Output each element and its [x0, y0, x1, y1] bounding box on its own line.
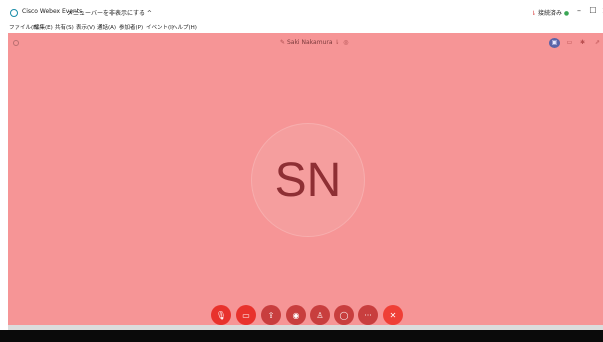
- meeting-info-icon[interactable]: [13, 40, 19, 46]
- chat-icon: ◯: [339, 310, 349, 320]
- speaker-name: Saki Nakamura: [286, 39, 333, 46]
- window-left-edge: [0, 33, 8, 330]
- maximize-button[interactable]: ☐: [587, 6, 599, 16]
- stage-layout-icon[interactable]: ▭: [564, 38, 575, 48]
- menu-event[interactable]: イベント(I): [146, 23, 174, 31]
- speaker-mic-icon: ⇂: [334, 39, 340, 46]
- connection-status[interactable]: ⇂ 接続済み ●: [531, 8, 569, 17]
- menu-bar: ファイル(F) 編集(E) 共有(S) 表示(V) 通話(A) 参加者(P) イ…: [0, 22, 603, 33]
- settings-icon[interactable]: ✱: [577, 38, 588, 48]
- minimize-button[interactable]: –: [573, 6, 585, 16]
- share-icon: ⇪: [267, 310, 275, 320]
- share-button[interactable]: ⇪: [261, 305, 281, 325]
- video-button[interactable]: ▭: [236, 305, 256, 325]
- speaker-status-icon: ◎: [341, 39, 349, 46]
- menu-view[interactable]: 表示(V): [76, 23, 95, 31]
- mute-button[interactable]: 🎙: [211, 305, 231, 325]
- speaker-icon: ✎: [280, 39, 286, 46]
- leave-button[interactable]: ✕: [383, 305, 403, 325]
- mic-status-icon: ⇂: [531, 10, 537, 17]
- grid-layout-icon: ▣: [551, 39, 558, 46]
- menu-call[interactable]: 通話(A): [97, 23, 116, 31]
- participants-button[interactable]: ♙: [310, 305, 330, 325]
- chat-button[interactable]: ◯: [334, 305, 354, 325]
- participants-icon: ♙: [316, 310, 324, 320]
- screen-bottom-bar: [0, 330, 603, 342]
- participant-avatar: SN: [251, 123, 365, 237]
- mic-icon: 🎙: [215, 310, 227, 320]
- active-speaker-label[interactable]: ✎ Saki Nakamura ⇂ ◎: [280, 39, 349, 46]
- menu-edit[interactable]: 編集(E): [34, 23, 53, 31]
- record-icon: ◉: [292, 310, 300, 320]
- menu-help[interactable]: ヘルプ(H): [172, 23, 197, 31]
- close-icon: ✕: [389, 310, 397, 320]
- more-options-button[interactable]: ···: [358, 305, 378, 325]
- title-bar: Cisco Webex Events メニューバーを非表示にする ^ ⇂ 接続済…: [0, 0, 603, 22]
- webex-logo-icon: [10, 9, 18, 17]
- connection-status-label: 接続済み: [537, 10, 562, 17]
- record-button[interactable]: ◉: [286, 305, 306, 325]
- expand-icon[interactable]: ⇗: [592, 38, 603, 48]
- more-icon: ···: [364, 310, 372, 320]
- video-camera-icon: ▭: [242, 310, 250, 320]
- close-window-button[interactable]: ×: [599, 6, 603, 16]
- menu-participants[interactable]: 参加者(P): [119, 23, 143, 31]
- status-dot-icon: ●: [563, 10, 570, 17]
- hide-menubar-toggle[interactable]: メニューバーを非表示にする ^: [67, 8, 152, 17]
- menu-share[interactable]: 共有(S): [55, 23, 74, 31]
- avatar-initials: SN: [274, 153, 342, 207]
